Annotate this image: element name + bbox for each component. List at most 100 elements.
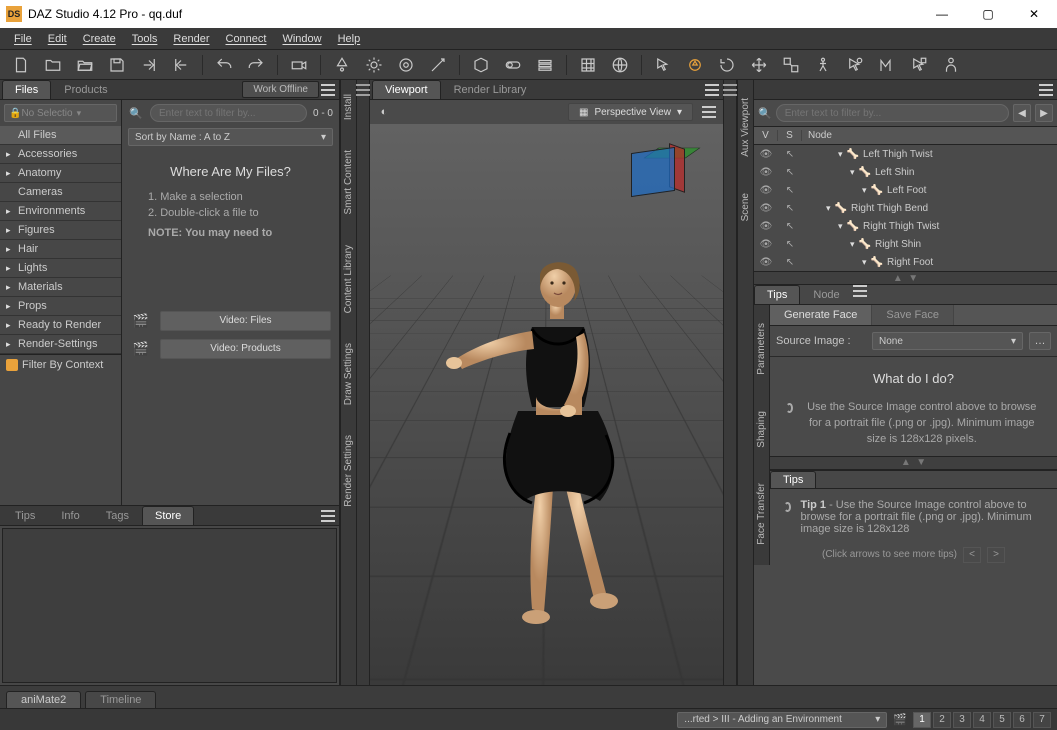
primitive-icon[interactable] [466, 52, 496, 78]
category-item[interactable]: ▸Hair [0, 240, 121, 259]
close-button[interactable]: ✕ [1011, 0, 1057, 28]
eye-icon[interactable]: 👁 [754, 167, 778, 178]
scene-figure[interactable] [432, 201, 662, 631]
viewport-right-handle[interactable] [723, 80, 737, 685]
category-item[interactable]: ▸Props [0, 297, 121, 316]
save-icon[interactable] [102, 52, 132, 78]
select-orange-icon[interactable] [680, 52, 710, 78]
import-icon[interactable] [166, 52, 196, 78]
mid-menu-icon[interactable] [853, 285, 867, 304]
chevron-down-icon[interactable]: ▾ [850, 167, 855, 178]
dock-tab-timeline[interactable]: Timeline [85, 691, 156, 708]
vtab-shaping[interactable]: Shaping [756, 405, 767, 454]
lesson-step-2[interactable]: 2 [933, 712, 951, 728]
minimize-button[interactable]: — [919, 0, 965, 28]
grid-icon[interactable] [573, 52, 603, 78]
globe-icon[interactable] [605, 52, 635, 78]
select-arrow-icon[interactable]: ↖ [778, 257, 802, 268]
mid-tab-tips[interactable]: Tips [754, 285, 800, 304]
eye-icon[interactable]: 👁 [754, 257, 778, 268]
menu-connect[interactable]: Connect [218, 31, 275, 47]
category-item[interactable]: ▸Render-Settings [0, 335, 121, 354]
lower-tab-store[interactable]: Store [142, 506, 194, 525]
mid-tab-node[interactable]: Node [800, 285, 852, 304]
layout-icon[interactable] [530, 52, 560, 78]
scene-filter-next[interactable]: ▶ [1035, 104, 1053, 122]
new-file-icon[interactable] [6, 52, 36, 78]
tool-person-icon[interactable] [936, 52, 966, 78]
scene-tree-row[interactable]: 👁 ↖ ▾ 🦴 Left Thigh Twist [754, 145, 1057, 163]
export-icon[interactable] [134, 52, 164, 78]
redo-icon[interactable] [241, 52, 271, 78]
sort-combo[interactable]: Sort by Name : A to Z▾ [128, 128, 333, 146]
vtab-scene[interactable]: Scene [740, 187, 751, 227]
tab-files[interactable]: Files [2, 80, 51, 99]
menu-window[interactable]: Window [274, 31, 329, 47]
clapper-icon[interactable]: 🎬 [893, 713, 907, 726]
lesson-step-6[interactable]: 6 [1013, 712, 1031, 728]
scene-filter-input[interactable] [776, 104, 1009, 122]
scale-icon[interactable] [776, 52, 806, 78]
panel-collapse-bar[interactable]: ▲ ▼ [754, 271, 1057, 285]
open-folder-icon[interactable] [38, 52, 68, 78]
lesson-step-3[interactable]: 3 [953, 712, 971, 728]
lower-tab-tags[interactable]: Tags [93, 506, 142, 525]
select-icon[interactable] [648, 52, 678, 78]
filter-input[interactable] [150, 104, 307, 122]
viewport-menu-icon[interactable] [703, 80, 721, 99]
scene-filter-prev[interactable]: ◀ [1013, 104, 1031, 122]
select-arrow-icon[interactable]: ↖ [778, 239, 802, 250]
category-item[interactable]: All Files [0, 126, 121, 145]
tab-render-library[interactable]: Render Library [441, 80, 540, 99]
eye-icon[interactable]: 👁 [754, 185, 778, 196]
tool-arrow-icon[interactable] [840, 52, 870, 78]
lower-tab-tips[interactable]: Tips [2, 506, 48, 525]
camera-icon[interactable] [284, 52, 314, 78]
video-products-button[interactable]: Video: Products [160, 339, 331, 359]
undo-icon[interactable] [209, 52, 239, 78]
lesson-step-5[interactable]: 5 [993, 712, 1011, 728]
menu-create[interactable]: Create [75, 31, 124, 47]
select-arrow-icon[interactable]: ↖ [778, 221, 802, 232]
pose-icon[interactable] [808, 52, 838, 78]
vtab-render-settings[interactable]: Render Settings [343, 431, 354, 511]
source-browse-button[interactable]: … [1029, 332, 1051, 350]
toggle-icon[interactable] [498, 52, 528, 78]
vtab-smart-content[interactable]: Smart Content [343, 146, 354, 218]
save-face-button[interactable]: Save Face [872, 305, 954, 325]
category-item[interactable]: ▸Anatomy [0, 164, 121, 183]
lower-tab-info[interactable]: Info [48, 506, 92, 525]
tool-m-icon[interactable] [872, 52, 902, 78]
scene-tree-row[interactable]: 👁 ↖ ▾ 🦴 Left Shin [754, 163, 1057, 181]
left-panel-menu-icon[interactable] [319, 80, 337, 99]
menu-help[interactable]: Help [330, 31, 369, 47]
category-item[interactable]: ▸Ready to Render [0, 316, 121, 335]
category-item[interactable]: ▸Figures [0, 221, 121, 240]
scene-col-select[interactable]: S [778, 130, 802, 141]
eye-icon[interactable]: 👁 [754, 221, 778, 232]
menu-tools[interactable]: Tools [124, 31, 166, 47]
category-item[interactable]: ▸Materials [0, 278, 121, 297]
scene-tree-row[interactable]: 👁 ↖ ▾ 🦴 Right Foot [754, 253, 1057, 271]
vtab-install[interactable]: Install [343, 90, 354, 124]
chevron-down-icon[interactable]: ▾ [850, 239, 855, 250]
viewport-left-handle[interactable] [356, 80, 370, 685]
category-item[interactable]: ▸Environments [0, 202, 121, 221]
eye-icon[interactable]: 👁 [754, 239, 778, 250]
scene-tree[interactable]: 👁 ↖ ▾ 🦴 Left Thigh Twist 👁 ↖ [754, 145, 1057, 271]
source-image-combo[interactable]: None▾ [872, 332, 1023, 350]
settings-icon[interactable] [391, 52, 421, 78]
viewport-canvas[interactable] [370, 124, 723, 685]
scene-tree-row[interactable]: 👁 ↖ ▾ 🦴 Right Shin [754, 235, 1057, 253]
wand-icon[interactable] [423, 52, 453, 78]
chevron-down-icon[interactable]: ▾ [862, 185, 867, 196]
move-icon[interactable] [744, 52, 774, 78]
lower-left-menu-icon[interactable] [319, 506, 337, 525]
scene-col-visible[interactable]: V [754, 130, 778, 141]
category-item[interactable]: Cameras [0, 183, 121, 202]
scene-panel-menu-icon[interactable] [1037, 80, 1055, 99]
generate-face-button[interactable]: Generate Face [770, 305, 872, 325]
work-offline-button[interactable]: Work Offline [242, 81, 319, 98]
scene-tree-row[interactable]: 👁 ↖ ▾ 🦴 Right Thigh Bend [754, 199, 1057, 217]
light-point-icon[interactable] [359, 52, 389, 78]
